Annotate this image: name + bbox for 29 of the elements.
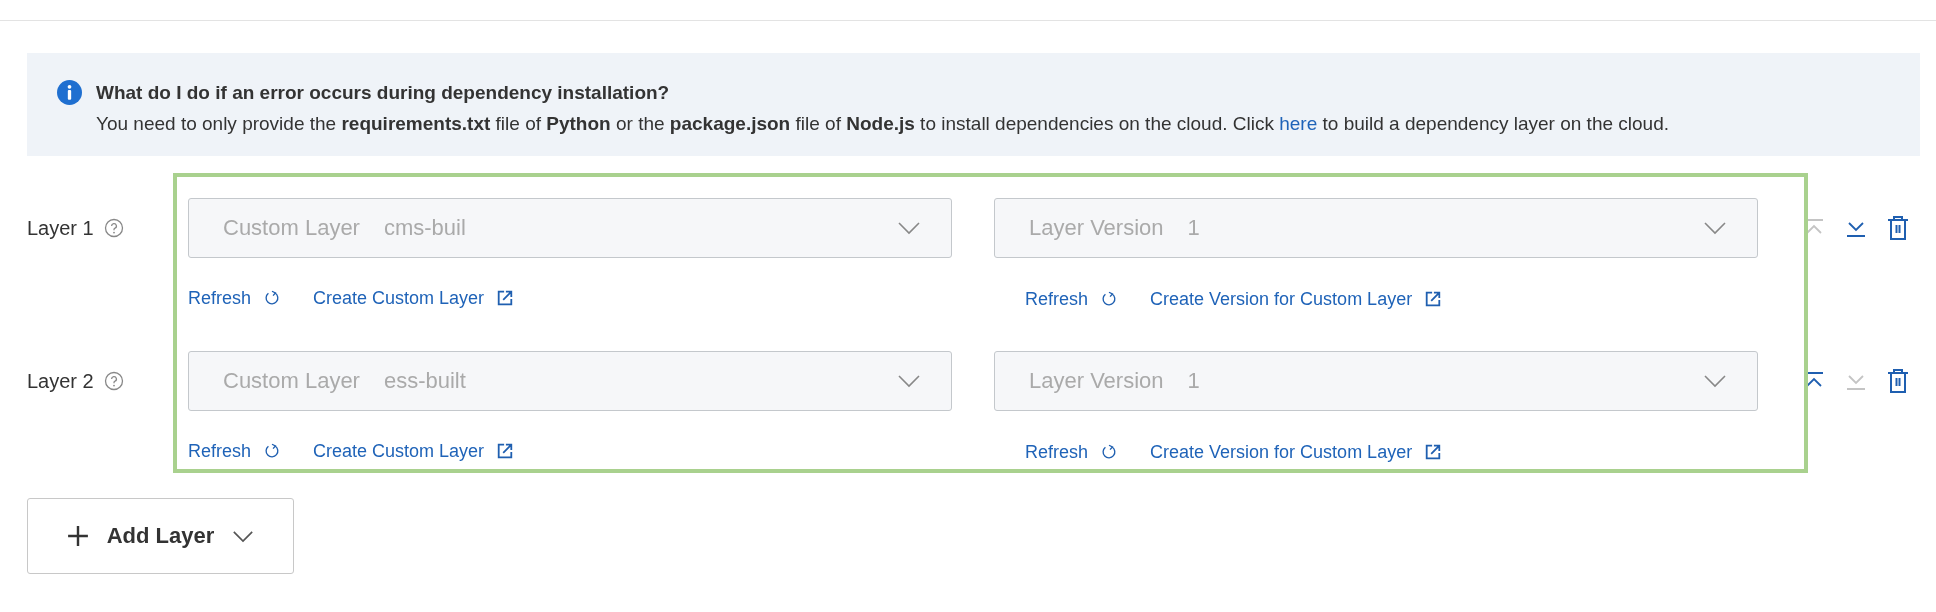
help-icon[interactable] bbox=[103, 371, 124, 391]
here-link[interactable]: here bbox=[1279, 113, 1318, 134]
external-link-icon[interactable] bbox=[496, 442, 515, 460]
plus-icon bbox=[66, 525, 89, 547]
refresh-link[interactable]: Refresh bbox=[188, 440, 252, 462]
refresh-link[interactable]: Refresh bbox=[1025, 441, 1089, 463]
caret-icon bbox=[232, 529, 255, 543]
external-link-icon[interactable] bbox=[1424, 290, 1443, 308]
refresh-link[interactable]: Refresh bbox=[1025, 288, 1089, 310]
add-layer-button[interactable]: Add Layer bbox=[27, 498, 294, 574]
notice-title: What do I do if an error occurs during dependency installation? bbox=[96, 81, 671, 105]
refresh-link[interactable]: Refresh bbox=[188, 287, 252, 309]
create-version-link[interactable]: Create Version for Custom Layer bbox=[1150, 288, 1413, 310]
external-link-icon[interactable] bbox=[1424, 443, 1443, 461]
help-icon[interactable] bbox=[103, 218, 124, 238]
create-custom-layer-link[interactable]: Create Custom Layer bbox=[313, 287, 485, 309]
caret-icon bbox=[897, 221, 921, 235]
external-link-icon[interactable] bbox=[496, 289, 515, 307]
caret-icon bbox=[1703, 221, 1727, 235]
layer-label: Layer 2 bbox=[27, 369, 94, 393]
info-icon bbox=[57, 80, 82, 105]
trash-icon[interactable] bbox=[1887, 215, 1909, 241]
trash-icon[interactable] bbox=[1887, 368, 1909, 394]
notice-text: You need to only provide the requirements.txt file of Python or the package.json file of Node.js to install dependencies on the cloud. Click here to build a dependency layer on the cloud. bbox=[96, 112, 1670, 136]
create-version-link[interactable]: Create Version for Custom Layer bbox=[1150, 441, 1413, 463]
caret-icon bbox=[897, 374, 921, 388]
create-custom-layer-link[interactable]: Create Custom Layer bbox=[313, 440, 485, 462]
layer-label: Layer 1 bbox=[27, 216, 94, 240]
caret-icon bbox=[1703, 374, 1727, 388]
